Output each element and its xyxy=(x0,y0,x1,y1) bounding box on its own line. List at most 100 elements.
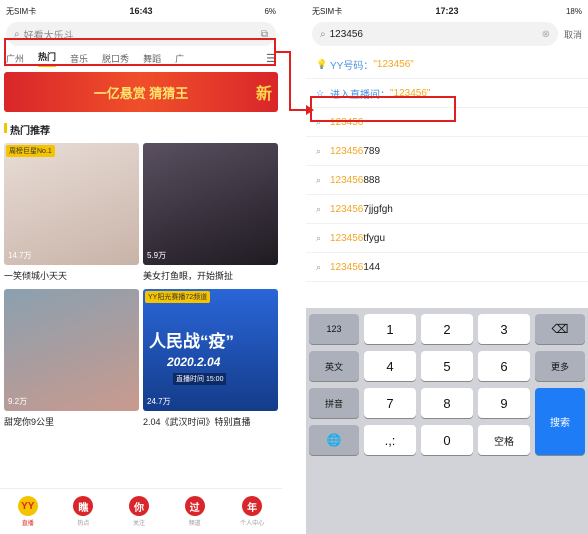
search-value: 123456 xyxy=(329,28,363,40)
nav-label: 关注 xyxy=(132,521,145,527)
search-input[interactable]: ⌕ 123456 ⊗ xyxy=(312,22,558,46)
suggestion-suffix: 7jjgfgh xyxy=(363,203,393,215)
card-title: 甜宠你9公里 xyxy=(4,417,55,427)
live-card[interactable]: 9.2万 甜宠你9公里 xyxy=(4,289,139,431)
suggestion-item[interactable]: ⌕ 123456 888 xyxy=(306,166,588,195)
suggestion-item[interactable]: ⌕ 123456 789 xyxy=(306,137,588,166)
search-key[interactable]: 搜索 xyxy=(535,388,585,455)
key-6[interactable]: 6 xyxy=(478,351,530,381)
viewer-count: 9.2万 xyxy=(8,397,28,406)
globe-icon[interactable]: 🌐 xyxy=(309,425,359,455)
channel-badge: YY阳光赛播72频道 xyxy=(145,291,211,303)
key-pinyin[interactable]: 拼音 xyxy=(309,388,359,418)
suggestion-query: 123456 xyxy=(330,203,364,215)
suggestion-suffix: 888 xyxy=(363,174,381,186)
live-card[interactable]: 5.9万 美女打鱼眼，开始撕扯 xyxy=(143,143,278,285)
nav-profile-icon: 年 xyxy=(242,496,263,516)
poster-date: 2020.2.04 xyxy=(167,355,221,369)
suggestion-suffix: 144 xyxy=(363,261,381,273)
card-thumbnail: 周榜巨星No.1 14.7万 xyxy=(4,143,139,265)
status-bar: 无SIM卡 16:43 6% xyxy=(0,0,282,22)
cancel-button[interactable]: 取消 xyxy=(564,28,582,41)
card-grid: 周榜巨星No.1 14.7万 一笑倾城小天天 5.9万 美女打鱼眼，开始撕扯 9… xyxy=(0,143,282,431)
clear-icon[interactable]: ⊗ xyxy=(542,29,550,40)
search-icon: ⌕ xyxy=(316,261,322,272)
nav-channel-icon: 过 xyxy=(184,496,205,516)
bulb-icon: 💡 xyxy=(316,58,328,69)
search-row: ⌕ 123456 ⊗ 取消 xyxy=(306,22,588,46)
suggestion-query: 123456 xyxy=(330,232,364,244)
suggestion-suffix: tfygu xyxy=(363,232,386,244)
key-7[interactable]: 7 xyxy=(364,388,416,418)
bottom-nav: YY 直播 瞧热点 你关注 过频道 年个人中心 xyxy=(0,488,282,534)
card-thumbnail: YY阳光赛播72频道 人民战“疫” 2020.2.04 直播时间 15:00 2… xyxy=(143,289,278,411)
suggestion-yy-id[interactable]: 💡 YY号码： "123456" xyxy=(306,50,588,79)
section-title: 热门推荐 xyxy=(0,114,282,143)
card-title: 美女打鱼眼，开始撕扯 xyxy=(143,271,234,281)
status-time: 17:23 xyxy=(435,6,459,16)
backspace-icon[interactable]: ⌫ xyxy=(535,314,585,344)
nav-follow-icon: 你 xyxy=(128,496,149,516)
promo-banner[interactable]: 一亿悬赏 猜猜王 新 xyxy=(4,72,278,112)
key-9[interactable]: 9 xyxy=(478,388,530,418)
viewer-count: 14.7万 xyxy=(8,251,32,260)
suggestion-list: 💡 YY号码： "123456" ☆ 进入直播间： "123456" ⌕ 1234… xyxy=(306,50,588,282)
suggestion-prefix: YY号码： xyxy=(330,60,374,72)
suggestion-query: "123456" xyxy=(373,58,414,70)
key-english[interactable]: 英文 xyxy=(309,351,359,381)
key-4[interactable]: 4 xyxy=(364,351,416,381)
card-title: 一笑倾城小天天 xyxy=(4,271,68,281)
suggestion-item[interactable]: ⌕ 123456 144 xyxy=(306,253,588,282)
key-space[interactable]: 空格 xyxy=(478,425,530,455)
highlight-enter-room xyxy=(310,96,456,122)
suggestion-suffix: 789 xyxy=(363,145,381,157)
nav-label: 个人中心 xyxy=(240,521,265,527)
search-icon: ⌕ xyxy=(316,145,322,156)
viewer-count: 24.7万 xyxy=(147,397,171,406)
nav-item[interactable]: 年个人中心 xyxy=(240,496,264,527)
poster-time: 直播时间 15:00 xyxy=(173,373,227,385)
key-punct[interactable]: .,: xyxy=(364,425,416,455)
search-icon: ⌕ xyxy=(320,28,326,40)
key-more[interactable]: 更多 xyxy=(535,351,585,381)
nav-label: 频道 xyxy=(188,521,201,527)
rank-badge: 周榜巨星No.1 xyxy=(6,145,55,157)
search-icon: ⌕ xyxy=(316,203,322,214)
nav-item[interactable]: YY 直播 xyxy=(17,496,38,527)
key-1[interactable]: 1 xyxy=(364,314,416,344)
suggestion-query: 123456 xyxy=(330,261,364,273)
key-3[interactable]: 3 xyxy=(478,314,530,344)
nav-live-icon: YY xyxy=(17,496,38,516)
search-icon: ⌕ xyxy=(316,174,322,185)
home-screen: 无SIM卡 16:43 6% ⌕ 好看大乐斗 ⧉ 广州 热门 音乐 脱口秀 舞蹈… xyxy=(0,0,282,534)
key-123[interactable]: 123 xyxy=(309,314,359,344)
banner-text: 一亿悬赏 猜猜王 xyxy=(93,85,189,101)
suggestion-item[interactable]: ⌕ 123456 7jjgfgh xyxy=(306,195,588,224)
nav-hot-icon: 瞧 xyxy=(73,496,94,516)
key-8[interactable]: 8 xyxy=(421,388,473,418)
nav-item[interactable]: 瞧热点 xyxy=(73,496,94,527)
nav-label: 热点 xyxy=(77,521,90,527)
nav-label: 直播 xyxy=(21,521,34,527)
suggestion-query: 123456 xyxy=(330,174,364,186)
key-2[interactable]: 2 xyxy=(421,314,473,344)
poster-headline: 人民战“疫” xyxy=(149,332,234,351)
status-bar: 无SIM卡 17:23 18% xyxy=(306,0,588,22)
viewer-count: 5.9万 xyxy=(147,251,167,260)
nav-item[interactable]: 过频道 xyxy=(184,496,205,527)
key-0[interactable]: 0 xyxy=(421,425,473,455)
live-card[interactable]: YY阳光赛播72频道 人民战“疫” 2020.2.04 直播时间 15:00 2… xyxy=(143,289,278,431)
nav-item[interactable]: 你关注 xyxy=(128,496,149,527)
card-thumbnail: 9.2万 xyxy=(4,289,139,411)
card-thumbnail: 5.9万 xyxy=(143,143,278,265)
suggestion-item[interactable]: ⌕ 123456 tfygu xyxy=(306,224,588,253)
numeric-keyboard: 123 1 2 3 ⌫ 英文 4 5 6 更多 拼音 7 8 9 🌐 .,: 0… xyxy=(306,308,588,534)
card-title: 2.04《武汉时间》特别直播 xyxy=(143,417,251,427)
highlight-search-bar xyxy=(4,38,276,66)
key-5[interactable]: 5 xyxy=(421,351,473,381)
live-card[interactable]: 周榜巨星No.1 14.7万 一笑倾城小天天 xyxy=(4,143,139,285)
search-icon: ⌕ xyxy=(316,232,322,243)
status-time: 16:43 xyxy=(129,6,153,16)
search-screen: 无SIM卡 17:23 18% ⌕ 123456 ⊗ 取消 💡 YY号码： "1… xyxy=(306,0,588,534)
suggestion-query: 123456 xyxy=(330,145,364,157)
